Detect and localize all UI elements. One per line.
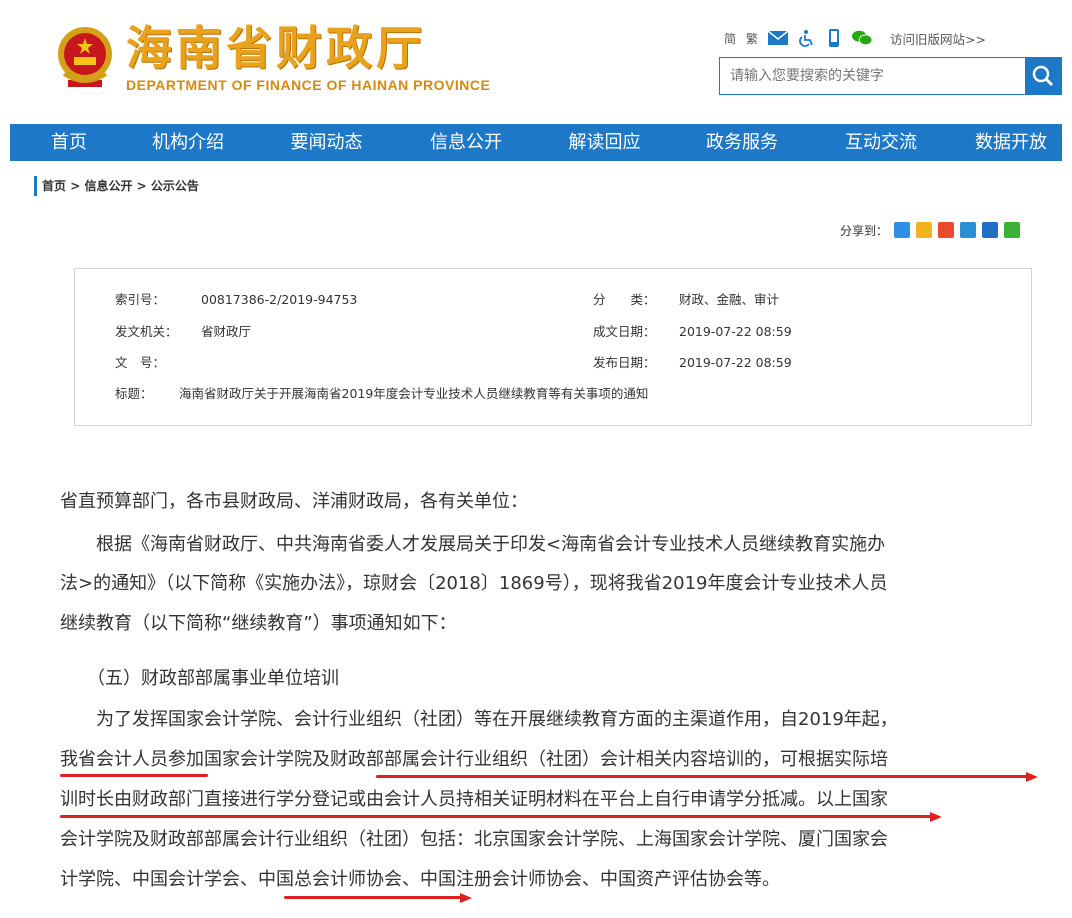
share-renren-icon[interactable] [982,222,999,238]
article-line: 为了发挥国家会计学院、会计行业组织（社团）等在开展继续教育方面的主渠道作用，自2… [60,709,898,730]
share-weibo-icon[interactable] [938,222,955,238]
red-underline-annotation [60,774,208,777]
article-line: 法>的通知》（以下简称《实施办法》，琼财会〔2018〕1869号），现将我省20… [60,573,888,594]
category-value: 财政、金融、审计 [679,292,780,307]
share-wechat-icon[interactable] [1004,222,1021,238]
old-site-link[interactable]: 访问旧版网站>> [890,29,986,48]
share-tqq-icon[interactable] [960,222,977,238]
red-underline-annotation [284,896,462,899]
published-date-value: 2019-07-22 08:59 [679,355,792,370]
traditional-link[interactable]: 繁 [746,30,758,47]
search-icon [1032,65,1054,87]
search-button[interactable] [1025,58,1061,94]
site-logo-english: DEPARTMENT OF FINANCE OF HAINAN PROVINCE [126,77,491,93]
issuer-value: 省财政厅 [201,324,252,339]
index-label: 索引号： [115,292,166,307]
main-nav: 首页 机构介绍 要闻动态 信息公开 解读回应 政务服务 互动交流 数据开放 [10,124,1062,161]
breadcrumb-level1[interactable]: 信息公开 [84,179,132,193]
published-date-label: 发布日期： [593,355,656,370]
breadcrumb: 首页 > 信息公开 > 公示公告 [34,176,199,196]
red-arrowhead-annotation [930,812,942,822]
issuer-label: 发文机关： [115,324,178,339]
share-label: 分享到： [840,223,889,238]
title-value: 海南省财政厅关于开展海南省2019年度会计专业技术人员继续教育等有关事项的通知 [179,386,649,401]
article-line: 会计学院及财政部部属会计行业组织（社团）包括：北京国家会计学院、上海国家会计学院… [60,829,888,850]
red-arrowhead-annotation [460,893,472,903]
doc-number-label: 文 号： [115,355,166,370]
created-date-value: 2019-07-22 08:59 [679,324,792,339]
breadcrumb-level2[interactable]: 公示公告 [151,179,199,193]
nav-item-disclosure[interactable]: 信息公开 [405,124,527,161]
breadcrumb-home[interactable]: 首页 [42,179,66,193]
article-line: 根据《海南省财政厅、中共海南省委人才发展局关于印发<海南省会计专业技术人员继续教… [60,534,886,555]
share-qzone-icon[interactable] [916,222,933,238]
red-arrowhead-annotation [1026,772,1038,782]
breadcrumb-sep: > [66,179,85,193]
nav-item-services[interactable]: 政务服务 [682,124,802,161]
mobile-icon[interactable] [824,29,844,47]
article-line: 计学院、中国会计学会、中国总会计师协会、中国注册会计师协会、中国资产评估协会等。 [60,869,780,890]
title-label: 标题： [115,386,153,401]
article-line: 我省会计人员参加国家会计学院及财政部部属会计行业组织（社团）会计相关内容培训的，… [60,749,888,770]
nav-item-interpretation[interactable]: 解读回应 [527,124,682,161]
red-underline-annotation [60,815,932,818]
nav-item-open-data[interactable]: 数据开放 [960,124,1062,161]
share-bar: 分享到： [840,220,1021,240]
created-date-label: 成文日期： [593,324,656,339]
search-input[interactable] [720,58,1026,94]
red-underline-annotation [376,775,1030,778]
site-header: 海南省财政厅 DEPARTMENT OF FINANCE OF HAINAN P… [0,0,1072,124]
article-line: 训时长由财政部门直接进行学分登记或由会计人员持相关证明材料在平台上自行申请学分抵… [60,789,888,810]
document-info-box: 索引号： 00817386-2/2019-94753 分 类： 财政、金融、审计… [74,268,1032,426]
national-emblem-icon [58,27,112,87]
nav-item-interaction[interactable]: 互动交流 [802,124,960,161]
search-box [719,57,1062,95]
index-value: 00817386-2/2019-94753 [201,292,358,307]
wechat-icon[interactable] [852,29,873,47]
nav-item-news[interactable]: 要闻动态 [248,124,405,161]
category-label: 分 类： [593,292,656,307]
nav-item-about[interactable]: 机构介绍 [128,124,248,161]
mail-icon[interactable] [768,29,789,47]
accessibility-icon[interactable] [796,29,816,47]
share-more-icon[interactable] [894,222,911,238]
top-links: 简 繁 访问旧版网站>> [724,28,986,48]
nav-item-home[interactable]: 首页 [10,124,128,161]
article-line: 省直预算部门，各市县财政局、洋浦财政局，各有关单位： [60,491,528,512]
simplified-link[interactable]: 简 [724,30,736,47]
site-logo-text[interactable]: 海南省财政厅 [126,20,426,76]
article-line: （五）财政部部属事业单位培训 [60,668,339,689]
breadcrumb-sep: > [132,179,151,193]
article-line: 继续教育（以下简称“继续教育”）事项通知如下： [60,613,457,634]
